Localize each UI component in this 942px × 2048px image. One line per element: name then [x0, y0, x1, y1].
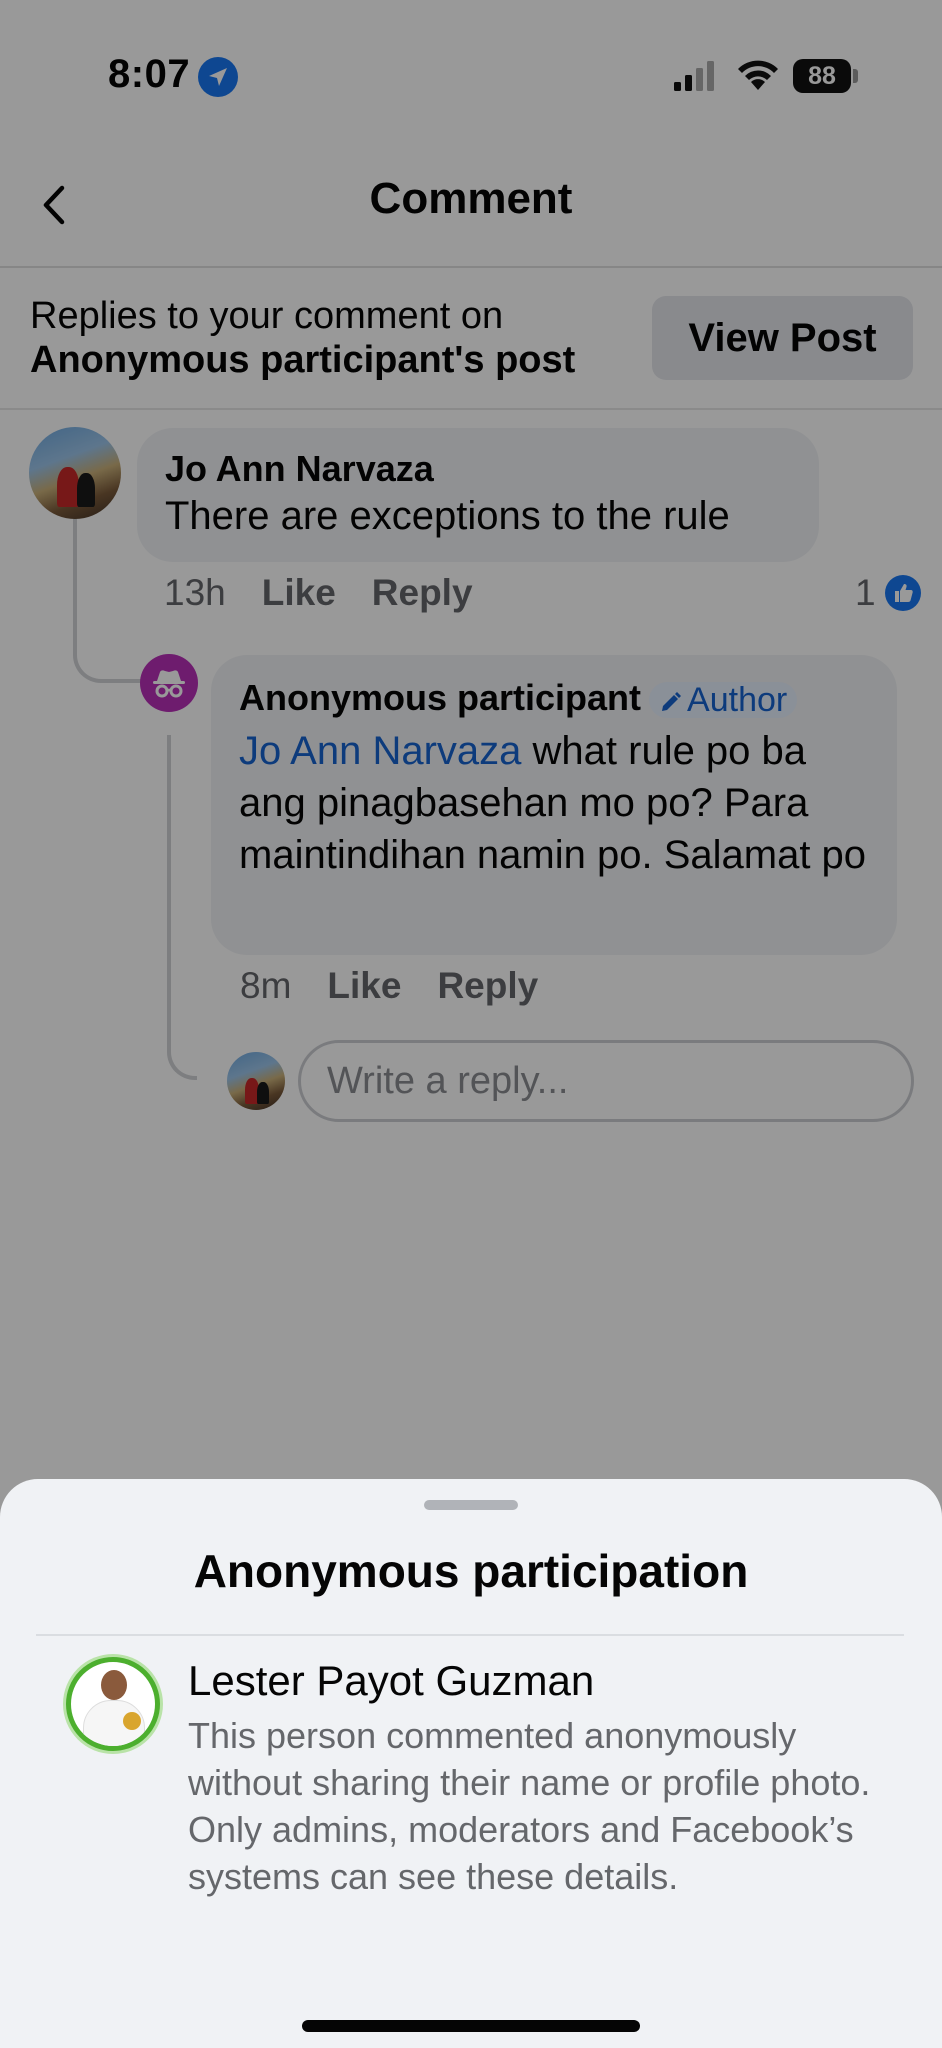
person-avatar[interactable]: [66, 1657, 160, 1751]
anonymous-explanation: This person commented anonymously withou…: [188, 1715, 871, 1897]
person-name[interactable]: Lester Payot Guzman: [188, 1657, 594, 1705]
divider: [36, 1634, 904, 1636]
home-indicator: [302, 2020, 640, 2032]
sheet-title: Anonymous participation: [193, 1545, 749, 1597]
sheet-grabber[interactable]: [424, 1500, 518, 1510]
bottom-sheet: Anonymous participation Lester Payot Guz…: [0, 1479, 942, 2048]
